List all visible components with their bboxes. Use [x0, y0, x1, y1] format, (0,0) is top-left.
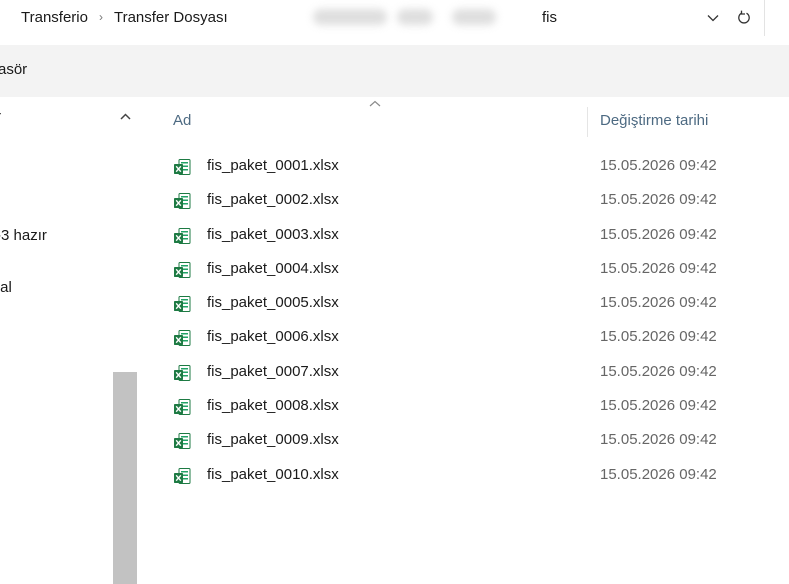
file-name: fis_paket_0004.xlsx — [207, 259, 339, 277]
file-row[interactable]: fis_paket_0002.xlsx 15.05.2026 09:42 — [137, 184, 789, 218]
file-row[interactable]: fis_paket_0008.xlsx 15.05.2026 09:42 — [137, 390, 789, 424]
nav-scrollbar-thumb[interactable] — [113, 372, 137, 584]
file-row[interactable]: fis_paket_0005.xlsx 15.05.2026 09:42 — [137, 287, 789, 321]
file-date-modified: 15.05.2026 09:42 — [600, 328, 717, 346]
file-rows: fis_paket_0001.xlsx 15.05.2026 09:42 fis… — [137, 150, 789, 493]
file-name: fis_paket_0006.xlsx — [207, 328, 339, 346]
breadcrumb-separator-icon[interactable]: › — [92, 10, 110, 24]
chevron-down-icon — [707, 15, 719, 22]
breadcrumb[interactable]: Transferio › Transfer Dosyası — [0, 0, 520, 34]
file-row[interactable]: fis_paket_0003.xlsx 15.05.2026 09:42 — [137, 219, 789, 253]
column-header-name[interactable]: Ad — [173, 110, 573, 132]
file-name: fis_paket_0009.xlsx — [207, 431, 339, 449]
new-folder-command[interactable]: asör — [0, 61, 27, 78]
excel-file-icon — [174, 330, 191, 347]
file-name: fis_paket_0008.xlsx — [207, 397, 339, 415]
excel-file-icon — [174, 364, 191, 381]
command-bar: asör — [0, 45, 789, 97]
file-row[interactable]: fis_paket_0001.xlsx 15.05.2026 09:42 — [137, 150, 789, 184]
file-name: fis_paket_0002.xlsx — [207, 191, 339, 209]
column-divider[interactable] — [587, 107, 588, 137]
file-name: fis_paket_0007.xlsx — [207, 362, 339, 380]
file-date-modified: 15.05.2026 09:42 — [600, 465, 717, 483]
file-date-modified: 15.05.2026 09:42 — [600, 431, 717, 449]
breadcrumb-item-transfer-dosyasi[interactable]: Transfer Dosyası — [110, 9, 232, 26]
file-date-modified: 15.05.2026 09:42 — [600, 259, 717, 277]
nav-item-2[interactable]: -3 hazır — [0, 227, 47, 244]
column-header-date-modified[interactable]: Değiştirme tarihi — [600, 110, 770, 132]
excel-file-icon — [174, 159, 191, 175]
file-name: fis_paket_0005.xlsx — [207, 294, 339, 312]
excel-file-icon — [174, 227, 191, 244]
sort-ascending-icon — [366, 98, 384, 108]
excel-file-icon — [174, 296, 191, 313]
file-row[interactable]: fis_paket_0004.xlsx 15.05.2026 09:42 — [137, 253, 789, 287]
excel-file-icon — [174, 467, 191, 484]
file-date-modified: 15.05.2026 09:42 — [600, 191, 717, 209]
redacted-path-segment — [397, 9, 433, 25]
excel-file-icon — [174, 399, 191, 416]
excel-file-icon — [174, 433, 191, 450]
nav-item-3[interactable]: ıal — [0, 279, 12, 296]
file-name: fis_paket_0003.xlsx — [207, 225, 339, 243]
navigation-pane: r -3 hazır ıal — [0, 97, 137, 584]
file-explorer-window: Transferio › Transfer Dosyası asör r -3 … — [0, 0, 789, 584]
file-date-modified: 15.05.2026 09:42 — [600, 397, 717, 415]
file-date-modified: 15.05.2026 09:42 — [600, 225, 717, 243]
file-row[interactable]: fis_paket_0007.xlsx 15.05.2026 09:42 — [137, 356, 789, 390]
file-name: fis_paket_0001.xlsx — [207, 157, 339, 174]
file-date-modified: 15.05.2026 09:42 — [600, 157, 717, 174]
excel-file-icon — [174, 193, 191, 210]
address-bar[interactable]: Transferio › Transfer Dosyası — [0, 0, 789, 36]
breadcrumb-item-transferio[interactable]: Transferio — [0, 9, 92, 26]
redacted-path-segment — [452, 9, 496, 25]
address-dropdown-button[interactable] — [700, 6, 726, 30]
nav-scroll-up-button[interactable] — [113, 105, 137, 127]
refresh-icon — [738, 10, 750, 24]
refresh-button[interactable] — [731, 5, 757, 31]
address-bar-divider — [764, 0, 765, 36]
file-name: fis_paket_0010.xlsx — [207, 465, 339, 483]
excel-file-icon — [174, 261, 191, 278]
file-date-modified: 15.05.2026 09:42 — [600, 362, 717, 380]
file-row[interactable]: fis_paket_0006.xlsx 15.05.2026 09:42 — [137, 321, 789, 355]
file-row[interactable]: fis_paket_0009.xlsx 15.05.2026 09:42 — [137, 424, 789, 458]
file-date-modified: 15.05.2026 09:42 — [600, 294, 717, 312]
chevron-up-icon — [119, 112, 131, 120]
file-list: Ad Değiştirme tarihi fis_paket_0001.xlsx… — [137, 97, 789, 584]
nav-item-1[interactable]: r — [0, 108, 1, 125]
redacted-path-segment — [313, 9, 387, 25]
file-row[interactable]: fis_paket_0010.xlsx 15.05.2026 09:42 — [137, 459, 789, 493]
